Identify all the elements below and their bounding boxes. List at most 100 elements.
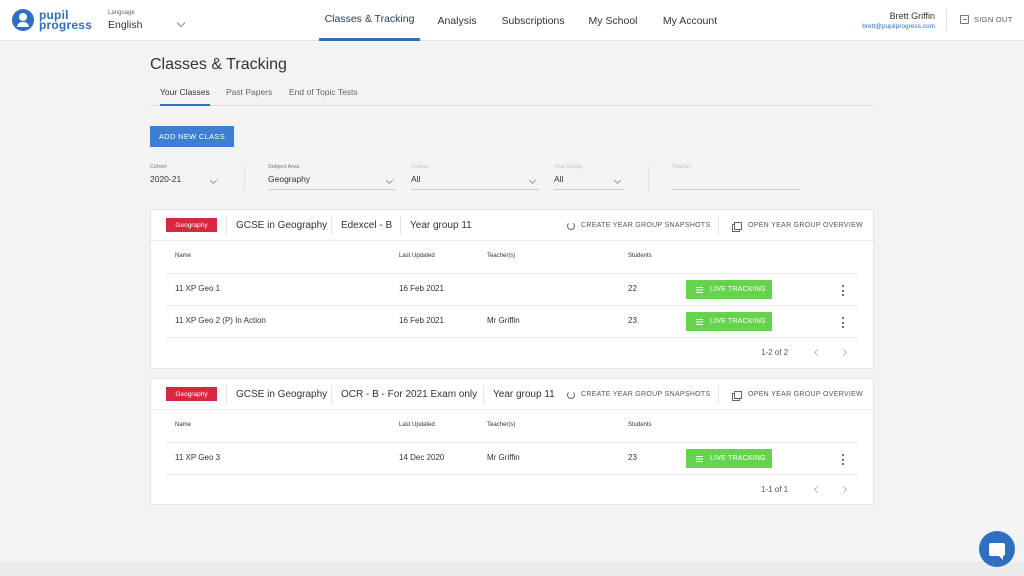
row-divider: [166, 305, 858, 306]
specification: Edexcel - B: [341, 220, 393, 231]
divider: [718, 385, 719, 404]
column-header-students: Students: [628, 422, 652, 428]
column-header-last-updated: Last Updated: [399, 253, 435, 259]
subject-area-value: Geography: [268, 174, 311, 184]
live-tracking-button[interactable]: LIVE TRACKING: [686, 312, 772, 331]
chevron-down-icon[interactable]: [176, 18, 186, 28]
cohort-filter[interactable]: Cohort 2020-21: [150, 164, 220, 185]
logo-icon: [12, 9, 34, 31]
language-value: English: [108, 19, 143, 31]
open-window-icon: [734, 390, 742, 399]
kebab-menu-icon[interactable]: [841, 454, 844, 465]
user-email: brett@pupilprogress.com: [862, 23, 935, 30]
field-underline: [554, 189, 624, 190]
teacher-filter[interactable]: Teacher: [672, 164, 800, 190]
divider: [226, 216, 227, 235]
subject-tag: Geography: [166, 218, 217, 232]
chevron-right-icon[interactable]: [839, 485, 848, 494]
nav-analysis[interactable]: Analysis: [429, 0, 485, 41]
add-new-class-button[interactable]: ADD NEW CLASS: [150, 126, 234, 147]
live-tracking-label: LIVE TRACKING: [710, 318, 766, 325]
class-name[interactable]: 11 XP Geo 3: [175, 453, 220, 462]
divider: [400, 216, 401, 235]
field-underline: [268, 189, 396, 190]
open-overview-button[interactable]: OPEN YEAR GROUP OVERVIEW: [734, 210, 863, 241]
chevron-left-icon[interactable]: [813, 348, 822, 357]
chevron-right-icon[interactable]: [839, 348, 848, 357]
column-header-name: Name: [175, 422, 192, 428]
student-count: 22: [628, 284, 637, 293]
sign-out-icon: [960, 15, 969, 24]
chat-button[interactable]: [979, 531, 1015, 567]
open-overview-label: OPEN YEAR GROUP OVERVIEW: [748, 222, 863, 229]
nav-classes-tracking[interactable]: Classes & Tracking: [319, 0, 420, 41]
tab-bar: Your Classes Past Papers End of Topic Te…: [150, 82, 873, 106]
tab-your-classes[interactable]: Your Classes: [160, 87, 210, 106]
chevron-left-icon[interactable]: [813, 485, 822, 494]
teacher: Mr Griffin: [487, 316, 520, 325]
column-header-name: Name: [175, 253, 192, 259]
divider: [718, 216, 719, 235]
subject-area-filter[interactable]: Subject Area Geography: [268, 164, 396, 190]
teacher: Mr Griffin: [487, 453, 520, 462]
language-label: Language: [108, 10, 135, 16]
kebab-menu-icon[interactable]: [841, 317, 844, 328]
last-updated: 16 Feb 2021: [399, 316, 444, 325]
class-group-card: Geography GCSE in Geography Edexcel - B …: [150, 209, 874, 369]
tab-end-of-topic-tests[interactable]: End of Topic Tests: [289, 87, 358, 97]
open-window-icon: [734, 221, 742, 230]
kebab-menu-icon[interactable]: [841, 285, 844, 296]
live-tracking-button[interactable]: LIVE TRACKING: [686, 280, 772, 299]
nav-my-account[interactable]: My Account: [655, 0, 725, 41]
nav-subscriptions[interactable]: Subscriptions: [497, 0, 569, 41]
tab-past-papers[interactable]: Past Papers: [226, 87, 272, 97]
create-snapshots-label: CREATE YEAR GROUP SNAPSHOTS: [581, 391, 711, 398]
year-group: Year group 11: [410, 220, 472, 231]
live-tracking-label: LIVE TRACKING: [710, 286, 766, 293]
field-underline: [411, 189, 539, 190]
last-updated: 14 Dec 2020: [399, 453, 445, 462]
qualification: GCSE in Geography: [236, 389, 328, 400]
card-header: Geography GCSE in Geography Edexcel - B …: [151, 210, 873, 241]
course-filter[interactable]: Course All: [411, 164, 539, 190]
column-header-teachers: Teacher(s): [487, 253, 516, 259]
teacher-label: Teacher: [672, 164, 692, 170]
list-icon: [696, 318, 703, 325]
row-divider: [166, 474, 858, 475]
user-info[interactable]: Brett Griffin brett@pupilprogress.com: [862, 11, 935, 30]
nav-my-school[interactable]: My School: [583, 0, 643, 41]
field-underline: [672, 189, 800, 190]
create-snapshots-label: CREATE YEAR GROUP SNAPSHOTS: [581, 222, 711, 229]
divider: [648, 166, 649, 190]
column-header-last-updated: Last Updated: [399, 422, 435, 428]
open-overview-label: OPEN YEAR GROUP OVERVIEW: [748, 391, 863, 398]
subject-area-label: Subject Area: [268, 164, 300, 170]
live-tracking-label: LIVE TRACKING: [710, 455, 766, 462]
class-name[interactable]: 11 XP Geo 2 (P) In Action: [175, 316, 266, 325]
divider: [946, 10, 947, 30]
column-header-teachers: Teacher(s): [487, 422, 516, 428]
create-snapshots-button[interactable]: CREATE YEAR GROUP SNAPSHOTS: [567, 210, 710, 241]
pagination-range: 1-1 of 1: [761, 485, 789, 494]
row-divider: [166, 273, 858, 274]
chat-icon: [989, 542, 1005, 560]
divider: [226, 385, 227, 404]
open-overview-button[interactable]: OPEN YEAR GROUP OVERVIEW: [734, 379, 863, 410]
course-label: Course: [411, 164, 429, 170]
create-snapshots-button[interactable]: CREATE YEAR GROUP SNAPSHOTS: [567, 379, 710, 410]
sign-out-button[interactable]: SIGN OUT: [960, 15, 1013, 24]
class-name[interactable]: 11 XP Geo 1: [175, 284, 220, 293]
last-updated: 16 Feb 2021: [399, 284, 444, 293]
logo-text-line2: progress: [39, 18, 92, 32]
live-tracking-button[interactable]: LIVE TRACKING: [686, 449, 772, 468]
cohort-label: Cohort: [150, 164, 167, 170]
course-value: All: [411, 174, 421, 184]
sign-out-label: SIGN OUT: [974, 15, 1013, 24]
year-group: Year group 11: [493, 389, 555, 400]
language-select[interactable]: Language English: [108, 10, 142, 31]
year-group-filter[interactable]: Year Group All: [554, 164, 624, 190]
divider: [331, 216, 332, 235]
refresh-icon: [567, 390, 575, 399]
divider: [331, 385, 332, 404]
logo[interactable]: pupil progress: [12, 9, 92, 31]
